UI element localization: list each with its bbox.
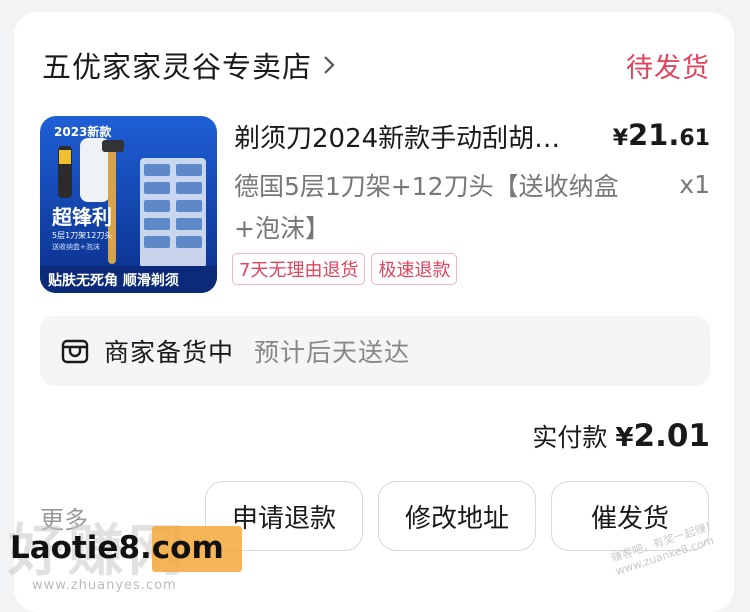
change-address-button[interactable]: 修改地址 <box>378 481 536 551</box>
order-status: 待发货 <box>626 53 710 84</box>
paid-label: 实付款 <box>532 423 608 452</box>
image-footer: 贴肤无死角 顺滑剃须 <box>48 272 179 289</box>
shop-name[interactable]: 五优家家灵谷专卖店 <box>42 44 312 86</box>
price-decimal: 61 <box>679 126 710 151</box>
image-subline2: 送收纳盒+泡沫 <box>52 242 100 251</box>
chevron-right-icon <box>324 56 335 74</box>
shipping-status: 商家备货中 <box>104 338 235 367</box>
product-title[interactable]: 剃须刀2024新款手动刮胡… <box>234 118 594 155</box>
price-integer: 21. <box>628 118 680 152</box>
product-price: ¥ 21. 61 <box>613 118 710 152</box>
shop-header[interactable]: 五优家家灵谷专卖店 <box>42 44 336 86</box>
image-subline: 5层1刀架12刀头 <box>52 230 112 240</box>
tag-fast-refund: 极速退款 <box>371 253 458 285</box>
package-icon <box>61 339 89 364</box>
paid-amount: 2.01 <box>633 418 711 454</box>
shipping-eta: 预计后天送达 <box>254 338 411 367</box>
tag-7day-return: 7天无理由退货 <box>232 253 366 285</box>
product-image[interactable]: 2023新款 超锋利 5层1刀架12刀头 送收纳盒+泡沫 贴肤无死角 顺滑剃须 <box>40 116 217 293</box>
shipping-notice[interactable]: 商家备货中 预计后天送达 <box>40 316 710 386</box>
payment-summary: 实付款 ¥ 2.01 <box>532 418 710 454</box>
product-image-art: 2023新款 超锋利 5层1刀架12刀头 送收纳盒+泡沫 贴肤无死角 顺滑剃须 <box>40 116 217 293</box>
service-tags: 7天无理由退货 极速退款 <box>232 253 458 285</box>
watermark-main: Laotie8.com <box>10 530 224 566</box>
paid-currency: ¥ <box>615 423 634 453</box>
watermark-sub: www.zhuanyes.com <box>32 578 177 593</box>
product-variant: 德国5层1刀架+12刀头【送收纳盒+泡沫】 <box>234 172 619 243</box>
product-quantity: x1 <box>679 170 710 199</box>
image-headline: 超锋利 <box>51 205 112 229</box>
price-currency: ¥ <box>612 126 628 151</box>
watermark-left: 好赚网 Laotie8.com www.zhuanyes.com <box>0 500 255 600</box>
image-badge: 2023新款 <box>54 124 112 139</box>
